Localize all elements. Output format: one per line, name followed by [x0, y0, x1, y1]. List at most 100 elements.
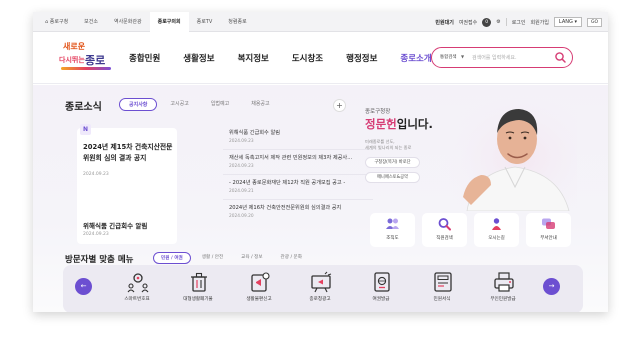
- news-tabs: 공지사항 고시공고 입법예고 채용공고: [119, 98, 279, 111]
- logo-slogan-top: 새로운: [63, 41, 86, 51]
- gear-icon[interactable]: ⚙: [496, 19, 500, 25]
- service-label: 여권발급: [372, 297, 390, 302]
- language-select[interactable]: LANG ▾: [553, 17, 582, 27]
- tab-recruit[interactable]: 채용공고: [242, 98, 278, 111]
- document-form-icon: [434, 272, 452, 292]
- quick-staff-search[interactable]: 직원검색: [422, 213, 467, 247]
- list-item-date: 2024.09.23: [229, 164, 254, 169]
- tab-life-safety[interactable]: 생활 / 안전: [195, 252, 230, 264]
- list-item-title[interactable]: 2024년 제16차 건축안전전문위원회 심의결과 공지: [229, 204, 377, 211]
- service-complaint[interactable]: 생활불편신고: [229, 265, 289, 312]
- quick-departments[interactable]: 부서안내: [526, 213, 571, 247]
- people-icon: [386, 218, 399, 229]
- nav-city[interactable]: 도시창조: [292, 52, 323, 64]
- search-icon[interactable]: [554, 51, 567, 64]
- list-item-title[interactable]: 재산세 독촉고지서 제작 관련 민원정보의 제3자 제공사...: [229, 154, 377, 161]
- next-arrow-icon[interactable]: →: [543, 278, 560, 295]
- prev-arrow-icon[interactable]: ←: [75, 278, 92, 295]
- featured-date: 2024.09.23: [83, 172, 109, 177]
- site-tab-tour[interactable]: 역사문화관광: [106, 12, 150, 32]
- tab-legislation[interactable]: 입법예고: [202, 98, 238, 111]
- page-frame: ⌂ 종로구청 보건소 역사문화관광 종로구의회 종로TV 청렴종로 민원대기 여…: [33, 12, 608, 312]
- passport-waiting-label: 여권접수: [458, 19, 478, 26]
- site-tab-health[interactable]: 보건소: [76, 12, 106, 32]
- login-link[interactable]: 로그인: [512, 19, 526, 26]
- site-logo[interactable]: 새로운 다시뛰는 종로: [57, 39, 115, 77]
- more-button[interactable]: +: [333, 99, 346, 112]
- service-label: 대형생활폐기물: [183, 297, 213, 302]
- waiting-label: 민원대기: [435, 19, 454, 26]
- join-link[interactable]: 회원가입: [531, 19, 549, 26]
- service-advertisement[interactable]: 종로청광고: [290, 265, 350, 312]
- new-badge: N: [80, 124, 91, 135]
- divider: [505, 18, 507, 26]
- search-input[interactable]: [472, 52, 556, 63]
- tab-tour-culture[interactable]: 관광 / 문화: [274, 252, 309, 264]
- list-item[interactable]: 2024년 제16차 건축안전전문위원회 심의결과 공지 2024.09.20: [223, 200, 373, 225]
- service-passport[interactable]: 여권발급: [351, 265, 411, 312]
- service-bulk-waste[interactable]: 대형생활폐기물: [168, 265, 228, 312]
- list-item-title[interactable]: 위해식품 긴급회수 알림: [229, 129, 377, 136]
- utility-bar: ⌂ 종로구청 보건소 역사문화관광 종로구의회 종로TV 청렴종로 민원대기 여…: [33, 12, 608, 32]
- mayor-label: 종로구청장: [365, 109, 391, 115]
- gears-people-icon: [127, 273, 149, 293]
- printer-icon: [494, 272, 514, 292]
- quick-directions[interactable]: 오시는길: [474, 213, 519, 247]
- mayor-heading: 정문헌입니다.: [365, 116, 433, 132]
- main-content: 종로소식 공지사항 고시공고 입법예고 채용공고 + N 2024년 제15차 …: [33, 85, 608, 312]
- logo-name: 종로: [85, 54, 106, 67]
- visitor-tabs: 민원 / 여권 생활 / 안전 교육 / 정보 관광 / 문화: [153, 252, 309, 264]
- site-tab-council[interactable]: 종로구의회: [149, 12, 189, 32]
- logo-bar: [61, 67, 111, 70]
- service-forms[interactable]: 민원서식: [412, 265, 472, 312]
- featured-title-2[interactable]: 위해식품 긴급회수 알림: [83, 220, 173, 230]
- news-list: 위해식품 긴급회수 알림 2024.09.23 재산세 독촉고지서 제작 관련 …: [223, 125, 373, 225]
- nav-admin[interactable]: 행정정보: [346, 52, 377, 64]
- quick-label: 부서안내: [540, 236, 557, 241]
- service-label: 민원서식: [433, 297, 451, 302]
- tab-announcement[interactable]: 고시공고: [161, 98, 197, 111]
- service-label: 종로청광고: [309, 297, 331, 302]
- list-item[interactable]: 재산세 독촉고지서 제작 관련 민원정보의 제3자 제공사... 2024.09…: [223, 150, 373, 175]
- go-button[interactable]: GO: [586, 17, 602, 27]
- mayor-office-button[interactable]: 구청장(목거) 바로단: [365, 157, 420, 168]
- service-smart-ticket[interactable]: 스마트번호표: [107, 265, 167, 312]
- chat-icon: [542, 218, 555, 229]
- nav-intro[interactable]: 종로소개: [400, 52, 431, 64]
- manifesto-button[interactable]: 매니페스토&공약: [365, 172, 420, 183]
- mayor-suffix: 입니다.: [396, 117, 433, 131]
- nav-life[interactable]: 생활정보: [183, 52, 214, 64]
- list-item-date: 2024.09.21: [229, 189, 254, 194]
- mayor-portrait: [437, 93, 577, 211]
- site-tab-guchung[interactable]: ⌂ 종로구청: [37, 12, 76, 32]
- featured-news[interactable]: N 2024년 제15차 건축지산전문위원회 심의 결과 공지 2024.09.…: [77, 124, 177, 244]
- site-tab-clean[interactable]: 청렴종로: [220, 12, 254, 32]
- featured-title[interactable]: 2024년 제15차 건축지산전문위원회 심의 결과 공지: [83, 142, 173, 164]
- report-megaphone-icon: [251, 272, 270, 292]
- location-person-icon: [492, 218, 501, 230]
- quick-label: 직원검색: [436, 236, 453, 241]
- mayor-panel: 종로구청장 정문헌입니다. 미래종로를 선도, 세계의 빛나리의 되는 종로 구…: [365, 93, 577, 211]
- quick-org-chart[interactable]: 조직도: [370, 213, 415, 247]
- nav-welfare[interactable]: 복지정보: [238, 52, 269, 64]
- site-tab-tv[interactable]: 종로TV: [189, 12, 221, 32]
- tab-notice[interactable]: 공지사항: [119, 98, 158, 111]
- list-item-title[interactable]: - 2024년 종로문화재단 제12차 직원 공개모집 공고 -: [229, 179, 377, 186]
- visitor-menu-title: 방문자별 맞춤 메뉴: [65, 255, 134, 265]
- tab-civil-passport[interactable]: 민원 / 여권: [153, 252, 191, 264]
- list-item[interactable]: - 2024년 종로문화재단 제12차 직원 공개모집 공고 - 2024.09…: [223, 175, 373, 200]
- trash-bin-icon: [191, 272, 207, 292]
- magnifier-icon: [438, 218, 451, 231]
- utility-right: 민원대기 여권접수 0 ⚙ 로그인 회원가입 LANG ▾ GO: [435, 12, 602, 32]
- main-nav: 종합민원 생활정보 복지정보 도시창조 행정정보 종로소개: [129, 32, 432, 84]
- quick-links: 조직도 직원검색 오시는길 부서안내: [370, 213, 575, 247]
- tab-education-info[interactable]: 교육 / 정보: [234, 252, 269, 264]
- list-item-date: 2024.09.20: [229, 214, 254, 219]
- chevron-down-icon[interactable]: ▼: [461, 54, 464, 59]
- list-item[interactable]: 위해식품 긴급회수 알림 2024.09.23: [223, 125, 373, 150]
- search-category[interactable]: 통합검색: [440, 54, 457, 60]
- service-label: 스마트번호표: [124, 297, 150, 302]
- service-kiosk[interactable]: 무인민원발급: [473, 265, 533, 312]
- nav-civil[interactable]: 종합민원: [129, 52, 160, 64]
- quick-label: 오시는길: [488, 236, 505, 241]
